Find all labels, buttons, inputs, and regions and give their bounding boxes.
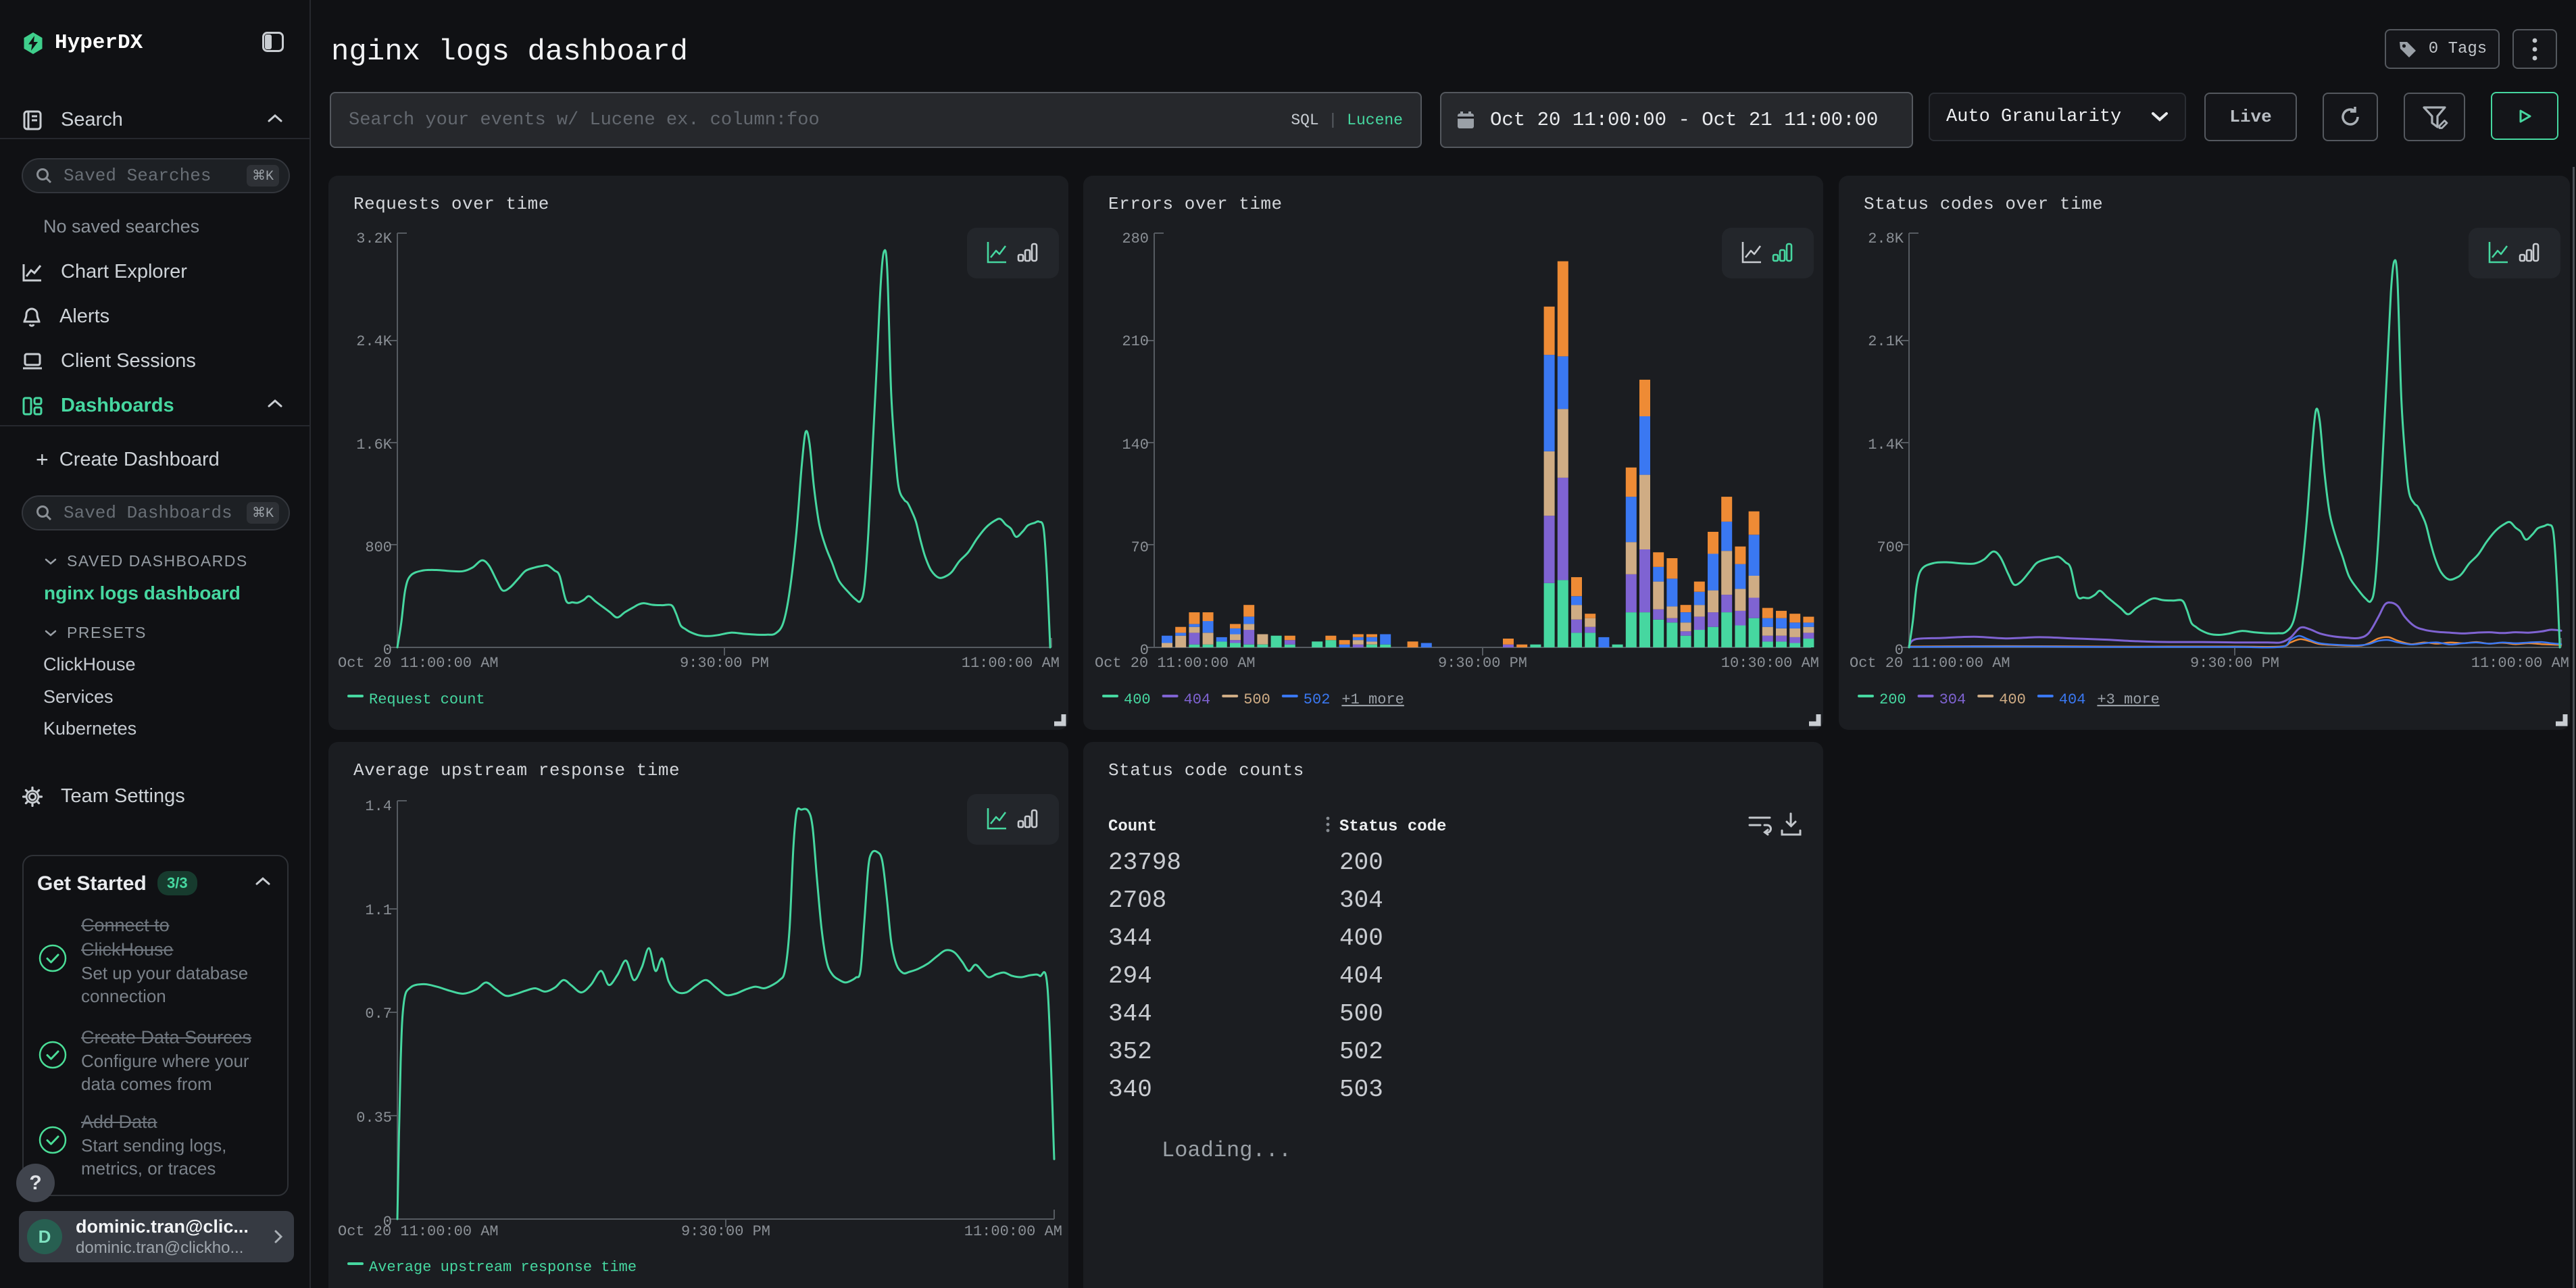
svg-text:9:30:00 PM: 9:30:00 PM [680,655,769,672]
svg-text:Oct 20 11:00:00 AM: Oct 20 11:00:00 AM [338,1223,499,1240]
svg-text:Oct 20 11:00:00 AM: Oct 20 11:00:00 AM [1095,655,1256,672]
svg-text:2.8K: 2.8K [1868,230,1904,247]
svg-text:Average upstream response time: Average upstream response time [369,1259,637,1276]
svg-text:210: 210 [1122,333,1149,350]
svg-text:500: 500 [1339,1000,1383,1028]
svg-text:9:30:00 PM: 9:30:00 PM [2190,655,2279,672]
svg-text:502: 502 [1339,1038,1383,1066]
svg-text:294: 294 [1108,962,1152,990]
svg-text:70: 70 [1131,539,1149,556]
svg-text:400: 400 [1124,691,1151,708]
svg-text:140: 140 [1122,437,1149,453]
svg-text:+3 more: +3 more [2097,691,2159,708]
svg-text:2.1K: 2.1K [1868,333,1904,350]
svg-text:304: 304 [1939,691,1966,708]
svg-text:1.6K: 1.6K [356,437,393,453]
svg-text:304: 304 [1339,887,1383,914]
svg-text:404: 404 [2059,691,2086,708]
svg-text:Status code: Status code [1339,818,1446,836]
svg-text:Request count: Request count [369,691,485,708]
svg-text:800: 800 [365,539,392,556]
svg-text:404: 404 [1339,962,1383,990]
svg-text:11:00:00 AM: 11:00:00 AM [962,655,1060,672]
svg-text:11:00:00 AM: 11:00:00 AM [2471,655,2569,672]
svg-text:Oct 20 11:00:00 AM: Oct 20 11:00:00 AM [338,655,499,672]
svg-text:200: 200 [1879,691,1906,708]
svg-text:1.4: 1.4 [365,798,392,815]
svg-text:200: 200 [1339,849,1383,876]
svg-text:344: 344 [1108,924,1152,952]
svg-text:500: 500 [1243,691,1270,708]
svg-text:3.2K: 3.2K [356,230,393,247]
svg-text:400: 400 [1999,691,2026,708]
svg-text:Oct 20 11:00:00 AM: Oct 20 11:00:00 AM [1850,655,2010,672]
svg-text:23798: 23798 [1108,849,1181,876]
svg-text:+1 more: +1 more [1341,691,1404,708]
svg-text:400: 400 [1339,924,1383,952]
svg-text:344: 344 [1108,1000,1152,1028]
svg-text:503: 503 [1339,1076,1383,1104]
svg-text:352: 352 [1108,1038,1152,1066]
svg-text:502: 502 [1304,691,1331,708]
svg-text:340: 340 [1108,1076,1152,1104]
svg-text:280: 280 [1122,230,1149,247]
svg-text:700: 700 [1877,539,1904,556]
svg-text:404: 404 [1184,691,1211,708]
svg-text:2708: 2708 [1108,887,1166,914]
svg-text:Count: Count [1108,818,1157,836]
svg-text:11:00:00 AM: 11:00:00 AM [964,1223,1062,1240]
svg-text:0.35: 0.35 [356,1110,392,1126]
svg-text:9:30:00 PM: 9:30:00 PM [1438,655,1527,672]
svg-text:1.4K: 1.4K [1868,437,1904,453]
svg-text:Loading...: Loading... [1162,1138,1291,1163]
svg-text:1.1: 1.1 [365,902,392,919]
svg-text:0.7: 0.7 [365,1006,392,1022]
svg-text:10:30:00 AM: 10:30:00 AM [1721,655,1819,672]
svg-text:2.4K: 2.4K [356,333,393,350]
svg-text:9:30:00 PM: 9:30:00 PM [681,1223,770,1240]
